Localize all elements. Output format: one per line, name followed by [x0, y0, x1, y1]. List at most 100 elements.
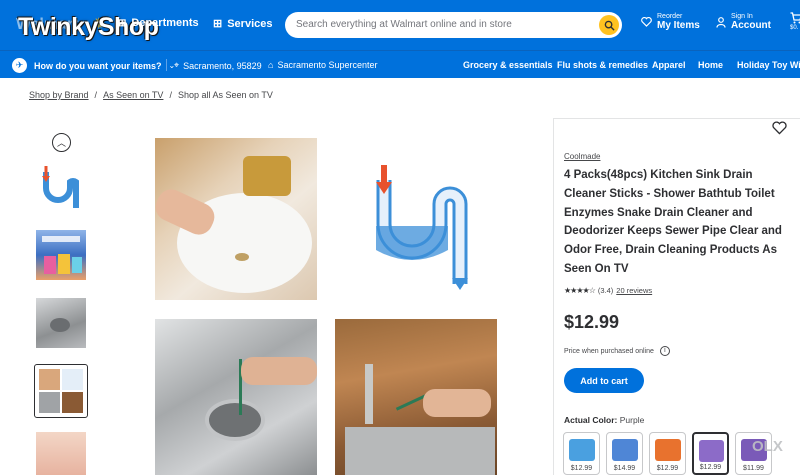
cart-total: $0.	[790, 25, 799, 31]
nav-link-label: Holiday Toy Wish	[737, 60, 800, 70]
brand-link[interactable]: Coolmade	[564, 152, 600, 161]
nav-link-home[interactable]: Home	[698, 60, 723, 70]
departments-button[interactable]: ⊞ Departments	[118, 17, 199, 29]
reorder-button[interactable]: Reorder My Items	[641, 13, 700, 31]
favorite-button[interactable]	[772, 121, 787, 140]
location-pin-icon: ⌖	[174, 60, 180, 70]
product-photo-pipe-diagram[interactable]	[364, 152, 474, 292]
product-photo-steel-sink[interactable]	[155, 319, 317, 475]
swatch-image	[569, 439, 595, 461]
swatch-image	[655, 439, 681, 461]
account-button[interactable]: Sign In Account	[716, 13, 771, 31]
breadcrumb: Shop by Brand / As Seen on TV / Shop all…	[29, 90, 273, 100]
swatch-price: $14.99	[613, 465, 636, 472]
account-big-label: Account	[731, 20, 771, 31]
services-button[interactable]: ⊞ Services	[213, 17, 273, 31]
cleaner-stick	[395, 394, 427, 411]
location-button[interactable]: ⌖ Sacramento, 95829	[174, 60, 262, 71]
nav-link-holiday[interactable]: Holiday Toy Wish	[737, 60, 800, 70]
color-swatch-2[interactable]: $14.99	[606, 432, 643, 475]
reorder-big-label: My Items	[657, 20, 700, 31]
delivery-icon: ✈	[12, 58, 27, 73]
services-grid-icon: ⊞	[213, 18, 223, 30]
heart-outline-icon	[772, 121, 787, 135]
nav-link-label: Apparel	[652, 60, 686, 70]
store-icon: ⌂	[268, 60, 274, 70]
top-navigation-bar: Walmart ✹ TwinkyShop ⊞ Departments ⊞ Ser…	[0, 0, 800, 50]
thumbnail-1[interactable]	[36, 162, 86, 212]
product-price: $12.99	[564, 312, 620, 332]
store-button[interactable]: ⌂ Sacramento Supercenter	[268, 60, 378, 70]
chevron-up-icon: ︿	[56, 138, 66, 148]
breadcrumb-separator: /	[94, 90, 98, 100]
nav-link-flu-shots[interactable]: Flu shots & remedies	[557, 60, 648, 70]
swatch-price: $11.99	[743, 465, 764, 472]
nav-link-label: Flu shots & remedies	[557, 60, 649, 70]
faucet-shape	[243, 156, 291, 196]
delivery-question: How do you want your items?	[34, 60, 162, 71]
thumbnail-scroll-up-button[interactable]: ︿	[52, 133, 71, 152]
info-icon[interactable]: i	[659, 346, 670, 356]
color-swatch-1[interactable]: $12.99	[563, 432, 600, 475]
package-shape	[58, 254, 70, 274]
search-placeholder: Search everything at Walmart online and …	[296, 19, 512, 30]
reorder-small-label: Reorder	[657, 13, 683, 20]
drain-shape	[50, 318, 70, 332]
departments-label: Departments	[131, 17, 199, 29]
actual-color-label: Actual Color:	[564, 415, 618, 425]
breadcrumb-separator: /	[169, 90, 172, 100]
breadcrumb-link-brand[interactable]: Shop by Brand	[29, 90, 89, 100]
thumbnail-5[interactable]	[36, 432, 86, 475]
nav-link-apparel[interactable]: Apparel	[652, 60, 686, 70]
delivery-options-button[interactable]: ✈ How do you want your items? ⌄	[12, 58, 175, 73]
nav-link-label: Grocery & essentials	[463, 60, 553, 70]
package-shape	[72, 257, 82, 273]
drain-shape	[235, 253, 249, 261]
thumbnail-banner	[42, 236, 80, 242]
product-photo-sink[interactable]	[155, 138, 317, 300]
price-note: Price when purchased online i	[564, 346, 670, 356]
nav-link-label: Home	[698, 60, 724, 70]
rating-row: ★★★★☆ (3.4) 20 reviews	[564, 286, 652, 295]
price-note-text: Price when purchased online	[564, 347, 654, 355]
user-icon	[716, 16, 726, 28]
actual-color-value: Purple	[619, 415, 645, 425]
hand-shape	[423, 389, 491, 417]
pipe-diagram-thumbnail	[36, 162, 86, 212]
drain-shape	[205, 399, 265, 441]
thumbnail-2[interactable]	[36, 230, 86, 280]
heart-icon	[641, 17, 652, 27]
reviews-link[interactable]: 20 reviews	[616, 286, 652, 295]
thumbnail-3[interactable]	[36, 298, 86, 348]
search-button[interactable]	[599, 15, 619, 35]
sink-counter	[345, 427, 495, 475]
nav-link-grocery[interactable]: Grocery & essentials	[463, 60, 553, 70]
product-title: 4 Packs(48pcs) Kitchen Sink Drain Cleane…	[564, 169, 782, 275]
package-shape	[44, 256, 56, 274]
divider	[166, 59, 167, 71]
swatch-price: $12.99	[699, 464, 722, 471]
store-text: Sacramento Supercenter	[277, 60, 378, 70]
cart-button[interactable]: $0.	[790, 12, 800, 31]
breadcrumb-link-as-seen-on-tv[interactable]: As Seen on TV	[103, 90, 163, 100]
services-label: Services	[227, 17, 273, 30]
sub-navigation-bar: ✈ How do you want your items? ⌄ ⌖ Sacram…	[0, 50, 800, 78]
selected-thumbnail-outline	[34, 364, 88, 418]
swatch-price: $12.99	[570, 465, 593, 472]
faucet-shape	[365, 364, 373, 424]
grid-icon: ⊞	[118, 17, 127, 29]
location-text: Sacramento, 95829	[183, 60, 262, 71]
signin-small-label: Sign In	[731, 13, 753, 20]
product-photo-kitchen-sink[interactable]	[335, 319, 497, 475]
breadcrumb-current: Shop all As Seen on TV	[177, 90, 273, 100]
pipe-diagram-illustration	[376, 165, 468, 290]
swatch-image	[699, 440, 724, 462]
search-input[interactable]: Search everything at Walmart online and …	[285, 12, 622, 38]
color-swatch-4-selected[interactable]: $12.99	[692, 432, 729, 475]
star-rating-icon: ★★★★☆	[564, 286, 596, 295]
search-icon	[604, 20, 615, 31]
color-swatch-3[interactable]: $12.99	[649, 432, 686, 475]
add-to-cart-button[interactable]: Add to cart	[564, 368, 644, 393]
cart-icon	[790, 12, 800, 24]
swatch-image	[612, 439, 638, 461]
